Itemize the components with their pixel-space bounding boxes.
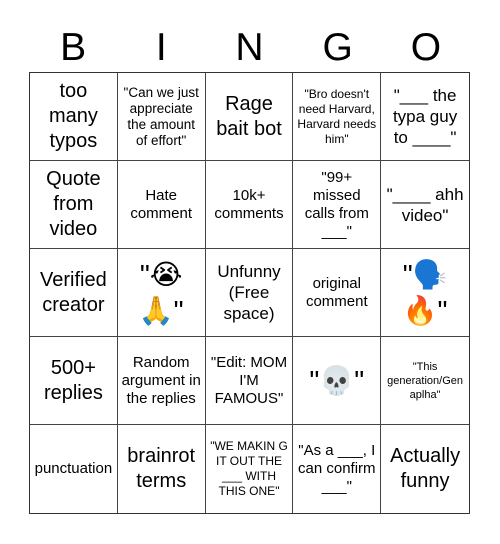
bingo-cell-r3c1[interactable]: Verified creator	[30, 249, 118, 337]
bingo-cell-r5c3[interactable]: "WE MAKIN G IT OUT THE ___ WITH THIS ONE…	[206, 425, 294, 513]
bingo-cell-r2c3[interactable]: 10k+ comments	[205, 161, 294, 249]
bingo-cell-r3c4[interactable]: original comment	[293, 249, 382, 337]
header-letter-i: I	[155, 26, 167, 69]
bingo-cell-r2c4[interactable]: "99+ missed calls from ___"	[293, 161, 382, 249]
bingo-cell-r3c2[interactable]: "😭🙏"	[117, 249, 206, 337]
bingo-cell-r3c5[interactable]: "🗣️🔥"	[381, 249, 469, 337]
bingo-cell-r1c5[interactable]: "___ the typa guy to ____"	[381, 73, 469, 161]
bingo-cell-r1c1[interactable]: too many typos	[30, 73, 118, 161]
bingo-cell-r5c4[interactable]: "As a ___, I can confirm ___"	[293, 425, 382, 513]
header-letter-o: O	[410, 26, 442, 69]
bingo-cell-r4c3[interactable]: "Edit: MOM I'M FAMOUS"	[205, 337, 294, 425]
bingo-cell-r1c4[interactable]: "Bro doesn't need Harvard, Harvard needs…	[293, 73, 382, 161]
bingo-cell-r5c1[interactable]: punctuation	[30, 425, 118, 513]
bingo-cell-r4c4[interactable]: "💀"	[293, 337, 382, 425]
bingo-cell-free-space[interactable]: Unfunny (Free space)	[205, 249, 294, 337]
bingo-cell-r5c5[interactable]: Actually funny	[381, 425, 469, 513]
bingo-cell-r2c5[interactable]: "____ ahh video"	[381, 161, 469, 249]
bingo-cell-r2c2[interactable]: Hate comment	[117, 161, 206, 249]
bingo-header: B I N G O	[29, 24, 470, 72]
bingo-cell-r4c5[interactable]: "This generation/Gen aplha"	[381, 337, 469, 425]
bingo-cell-r4c1[interactable]: 500+ replies	[30, 337, 118, 425]
bingo-cell-r1c3[interactable]: Rage bait bot	[205, 73, 294, 161]
bingo-cell-r4c2[interactable]: Random argument in the replies	[117, 337, 206, 425]
header-letter-g: G	[322, 26, 353, 69]
bingo-card-grid: too many typos "Can we just appreciate t…	[29, 72, 470, 514]
bingo-cell-r1c2[interactable]: "Can we just appreciate the amount of ef…	[117, 73, 206, 161]
bingo-cell-r2c1[interactable]: Quote from video	[30, 161, 118, 249]
header-letter-n: N	[235, 26, 264, 69]
header-letter-b: B	[60, 26, 87, 69]
bingo-cell-r5c2[interactable]: brainrot terms	[118, 425, 206, 513]
